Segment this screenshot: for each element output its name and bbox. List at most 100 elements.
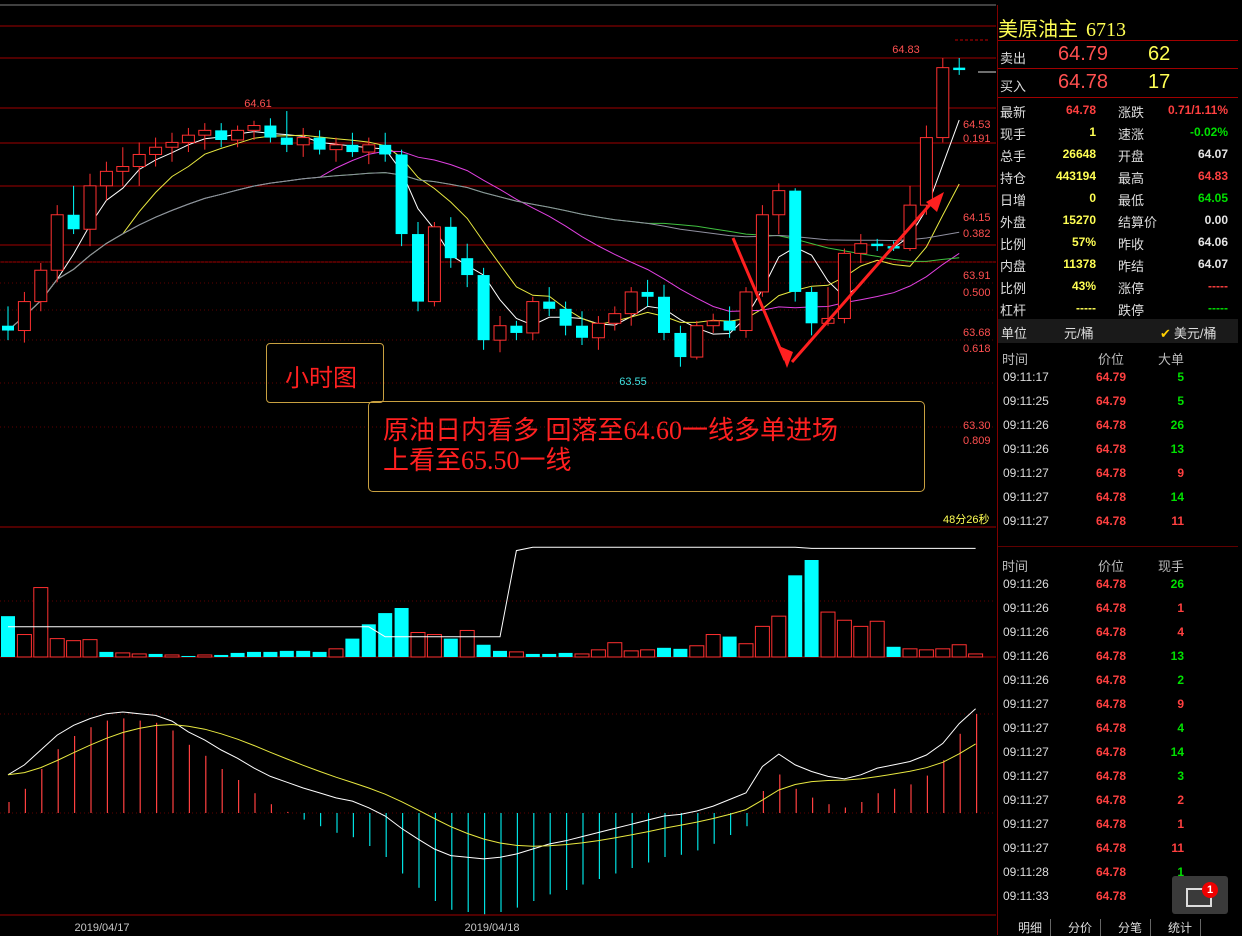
buy-row[interactable]: 买入 64.78 17 <box>998 69 1238 97</box>
countdown-label: 48分26秒 <box>943 512 989 526</box>
table-row[interactable]: 09:11:26 64.78 1 <box>998 596 1238 620</box>
field-label: 跌停 <box>1118 303 1145 318</box>
sell-row[interactable]: 卖出 64.79 62 <box>998 41 1238 69</box>
volume-bar <box>345 638 360 657</box>
tab-detail[interactable]: 明细 <box>1010 919 1052 936</box>
field-value: 0 <box>1089 191 1096 205</box>
table-row[interactable]: 09:11:27 64.78 3 <box>998 764 1238 788</box>
volume-bar <box>788 575 803 657</box>
message-button[interactable]: 1 <box>1172 876 1228 914</box>
candle-body <box>871 243 884 247</box>
tab-stats[interactable]: 统计 <box>1160 919 1202 936</box>
date-label: 2019/04/17 <box>74 922 129 934</box>
volume-bar <box>525 653 540 657</box>
table-row[interactable]: 09:11:27 64.78 11 <box>998 509 1238 533</box>
volume-bar <box>410 631 426 658</box>
row-time: 09:11:27 <box>1003 466 1049 480</box>
field-value: ----- <box>1208 279 1228 293</box>
swing-high-label: 64.61 <box>244 98 272 110</box>
volume-bar <box>722 636 737 657</box>
candle-body <box>132 153 146 168</box>
volume-bar <box>689 645 705 658</box>
trend-arrow-up <box>790 199 936 363</box>
field-value: 26648 <box>1062 147 1096 161</box>
field-label: 日增 <box>1000 193 1027 208</box>
row-volume: 1 <box>1177 601 1184 615</box>
row-time: 09:11:26 <box>1003 601 1049 615</box>
candle-body <box>739 291 753 332</box>
candle-body <box>559 308 572 326</box>
table-row[interactable]: 09:11:26 64.78 13 <box>998 644 1238 668</box>
volume-bar <box>918 649 934 658</box>
volume-bar <box>673 648 688 657</box>
tab-trades[interactable]: 分笔 <box>1110 919 1152 936</box>
table-row[interactable]: 09:11:27 64.78 4 <box>998 716 1238 740</box>
row-volume: 5 <box>1177 394 1184 408</box>
candle-body <box>444 226 457 259</box>
table-row[interactable]: 09:11:26 64.78 4 <box>998 620 1238 644</box>
field-value: ----- <box>1076 301 1096 315</box>
row-volume: 2 <box>1177 793 1184 807</box>
fib-price-label: 64.53 <box>963 119 991 131</box>
volume-bar <box>459 629 475 658</box>
strategy-annotation: 原油日内看多 回落至64.60一线多单进场 上看至65.50一线 <box>368 401 925 492</box>
table-row[interactable]: 09:11:26 64.78 13 <box>998 437 1238 461</box>
table-row[interactable]: 09:11:27 64.78 11 <box>998 836 1238 860</box>
field-value: -0.02% <box>1189 125 1228 139</box>
quote-row: 最新 64.78 涨跌 0.71/1.11% <box>998 99 1238 121</box>
table-row[interactable]: 09:11:27 64.78 9 <box>998 461 1238 485</box>
volume-bar <box>181 655 196 657</box>
candle-body <box>461 258 474 276</box>
field-label: 开盘 <box>1118 149 1145 164</box>
volume-bar <box>558 652 573 657</box>
volume-bar <box>574 653 590 658</box>
table-row[interactable]: 09:11:27 64.78 14 <box>998 485 1238 509</box>
candle-body <box>395 154 408 235</box>
volume-bar <box>935 648 951 658</box>
field-label: 最新 <box>1000 105 1027 120</box>
row-volume: 11 <box>1171 514 1184 528</box>
row-volume: 4 <box>1177 721 1184 735</box>
quote-row: 比例 57% 昨收 64.06 <box>998 231 1238 253</box>
candle-body <box>526 301 540 334</box>
tab-price-dist[interactable]: 分价 <box>1060 919 1102 936</box>
row-price: 64.78 <box>1096 697 1127 711</box>
row-price: 64.78 <box>1096 745 1127 759</box>
row-volume: 26 <box>1170 418 1184 432</box>
volume-bar <box>247 651 261 657</box>
volume-bar <box>49 638 65 658</box>
row-time: 09:11:26 <box>1003 673 1049 687</box>
row-price: 64.78 <box>1096 673 1127 687</box>
table-row[interactable]: 09:11:27 64.78 2 <box>998 788 1238 812</box>
row-time: 09:11:27 <box>1003 817 1049 831</box>
field-label: 内盘 <box>1000 259 1027 274</box>
field-value: 64.07 <box>1197 257 1228 271</box>
annotation-text: 小时图 <box>285 366 357 392</box>
field-label: 昨结 <box>1118 259 1145 274</box>
candle-body <box>2 325 14 331</box>
volume-bar <box>131 653 147 658</box>
table-row[interactable]: 09:11:26 64.78 26 <box>998 572 1238 596</box>
table-row[interactable]: 09:11:17 64.79 5 <box>998 365 1238 389</box>
divider <box>998 546 1238 547</box>
table-row[interactable]: 09:11:26 64.78 2 <box>998 668 1238 692</box>
field-label: 速涨 <box>1118 127 1145 142</box>
unit-toggle[interactable]: ✔ 美元/桶 <box>1160 323 1217 342</box>
candle-body <box>296 137 310 146</box>
buy-label: 买入 <box>1000 79 1027 94</box>
candle-body <box>854 243 868 254</box>
row-time: 09:11:26 <box>1003 577 1049 591</box>
table-row[interactable]: 09:11:27 64.78 14 <box>998 740 1238 764</box>
row-price: 64.78 <box>1096 649 1127 663</box>
row-price: 64.78 <box>1096 625 1127 639</box>
volume-bar <box>378 613 393 657</box>
table-row[interactable]: 09:11:25 64.79 5 <box>998 389 1238 413</box>
table-row[interactable]: 09:11:26 64.78 26 <box>998 413 1238 437</box>
row-price: 64.78 <box>1096 442 1127 456</box>
quote-row: 外盘 15270 结算价 0.00 <box>998 209 1238 231</box>
table-row[interactable]: 09:11:27 64.78 9 <box>998 692 1238 716</box>
high-price-label: 64.83 <box>892 44 920 56</box>
field-value: 64.07 <box>1197 147 1228 161</box>
table-row[interactable]: 09:11:27 64.78 1 <box>998 812 1238 836</box>
volume-bar <box>66 640 82 658</box>
